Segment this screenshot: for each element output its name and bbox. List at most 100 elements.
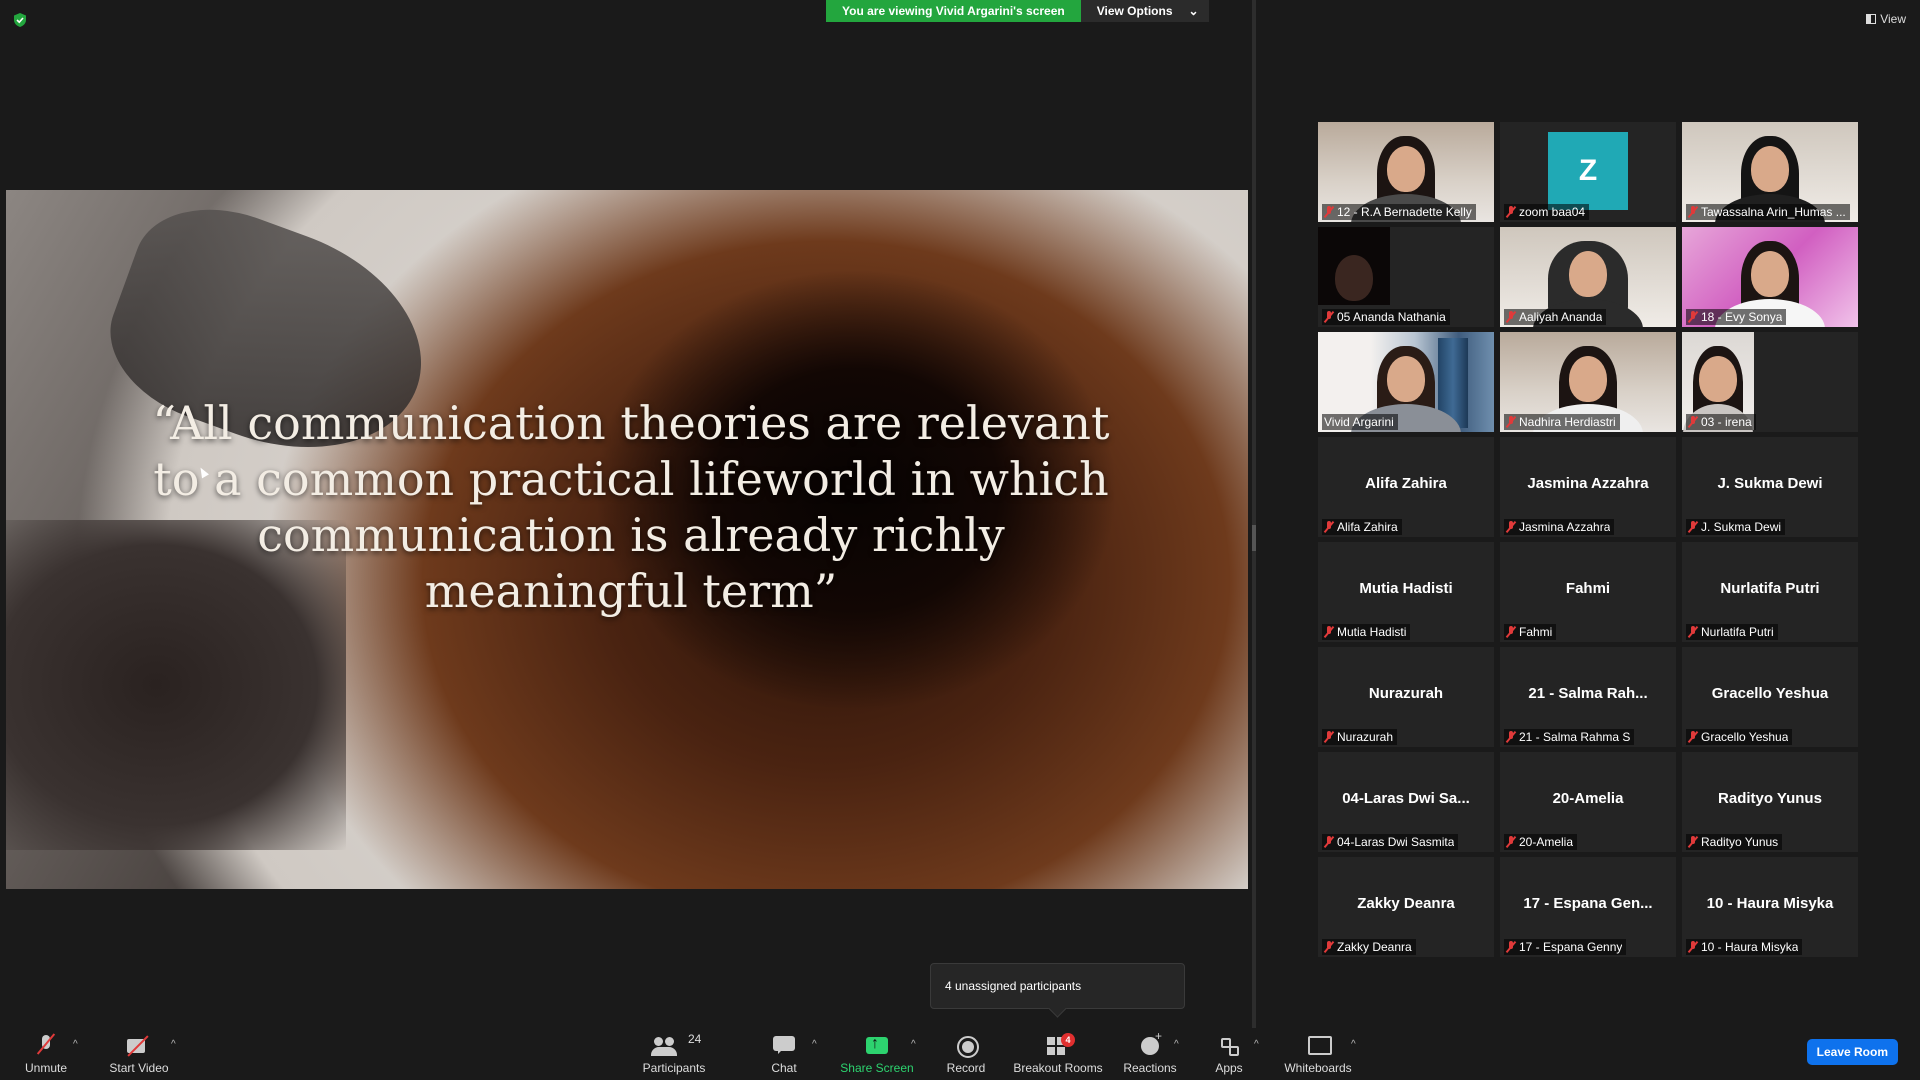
start-video-button[interactable]: Start Video: [104, 1028, 174, 1080]
participant-tile[interactable]: Gracello Yeshua Gracello Yeshua: [1682, 647, 1858, 747]
participant-name: J. Sukma Dewi: [1701, 520, 1782, 534]
participant-display-name: 17 - Espana Gen...: [1523, 895, 1653, 912]
screen-share-banner: You are viewing Vivid Argarini's screen …: [826, 0, 1209, 22]
participant-tile[interactable]: Alifa Zahira Alifa Zahira: [1318, 437, 1494, 537]
participant-tile[interactable]: Jasmina Azzahra Jasmina Azzahra: [1500, 437, 1676, 537]
participant-tile[interactable]: Nurazurah Nurazurah: [1318, 647, 1494, 747]
participant-display-name: 20-Amelia: [1552, 790, 1624, 807]
muted-mic-icon: [1324, 206, 1334, 218]
participant-tile[interactable]: J. Sukma Dewi J. Sukma Dewi: [1682, 437, 1858, 537]
participant-name-label: Aaliyah Ananda: [1504, 309, 1607, 325]
apps-button[interactable]: Apps: [1212, 1028, 1246, 1080]
view-button[interactable]: View: [1866, 12, 1906, 26]
shared-screen[interactable]: “All communication theories are relevant…: [6, 190, 1248, 889]
record-label: Record: [946, 1061, 986, 1075]
breakout-rooms-icon: 4: [1043, 1033, 1075, 1059]
participant-tile[interactable]: Aaliyah Ananda: [1500, 227, 1676, 327]
participant-name-label: Fahmi: [1504, 624, 1557, 640]
participant-tile[interactable]: Fahmi Fahmi: [1500, 542, 1676, 642]
breakout-rooms-button[interactable]: 4 Breakout Rooms: [1012, 1028, 1104, 1080]
participants-label: Participants: [642, 1061, 706, 1075]
whiteboards-options-caret-icon[interactable]: ^: [1351, 1039, 1356, 1050]
participant-name: Vivid Argarini: [1324, 415, 1394, 429]
participant-tile[interactable]: Nurlatifa Putri Nurlatifa Putri: [1682, 542, 1858, 642]
splitter-handle[interactable]: [1252, 525, 1256, 551]
participant-name-label: Zakky Deanra: [1322, 939, 1416, 955]
share-screen-label: Share Screen: [840, 1061, 914, 1075]
participant-tile[interactable]: Tawassalna Arin_Humas ...: [1682, 122, 1858, 222]
unassigned-participants-tooltip[interactable]: 4 unassigned participants: [930, 963, 1185, 1009]
participant-name: Tawassalna Arin_Humas ...: [1701, 205, 1846, 219]
reactions-button[interactable]: Reactions: [1122, 1028, 1178, 1080]
participant-tile[interactable]: Z zoom baa04: [1500, 122, 1676, 222]
participant-name-label: Radityo Yunus: [1686, 834, 1783, 850]
participant-tile[interactable]: 20-Amelia 20-Amelia: [1500, 752, 1676, 852]
slide-quote: “All communication theories are relevant…: [152, 396, 1110, 618]
chat-options-caret-icon[interactable]: ^: [812, 1039, 817, 1050]
participant-name: 12 - R.A Bernadette Kelly: [1337, 205, 1472, 219]
participant-tile[interactable]: 21 - Salma Rah... 21 - Salma Rahma S: [1500, 647, 1676, 747]
muted-mic-icon: [1324, 836, 1334, 848]
record-button[interactable]: Record: [944, 1028, 988, 1080]
participant-name-label: Nurazurah: [1322, 729, 1398, 745]
muted-mic-icon: [1324, 311, 1334, 323]
view-label: View: [1880, 12, 1906, 26]
share-options-caret-icon[interactable]: ^: [911, 1039, 916, 1050]
participant-display-name: Zakky Deanra: [1357, 895, 1455, 912]
participant-name: 17 - Espana Genny: [1519, 940, 1623, 954]
participant-display-name: J. Sukma Dewi: [1717, 475, 1823, 492]
participant-name-label: Gracello Yeshua: [1686, 729, 1793, 745]
participant-tile[interactable]: Radityo Yunus Radityo Yunus: [1682, 752, 1858, 852]
participants-button[interactable]: 24 Participants: [638, 1028, 710, 1080]
participant-tile[interactable]: 17 - Espana Gen... 17 - Espana Genny: [1500, 857, 1676, 957]
participant-tile[interactable]: 05 Ananda Nathania: [1318, 227, 1494, 327]
participant-name: zoom baa04: [1519, 205, 1586, 219]
reactions-options-caret-icon[interactable]: ^: [1174, 1039, 1179, 1050]
meeting-toolbar: Unmute ^ Start Video ^ 24 Participants C…: [0, 1028, 1920, 1080]
participant-display-name: 04-Laras Dwi Sa...: [1342, 790, 1470, 807]
participant-tile[interactable]: 10 - Haura Misyka 10 - Haura Misyka: [1682, 857, 1858, 957]
participant-tile[interactable]: 12 - R.A Bernadette Kelly: [1318, 122, 1494, 222]
participant-tile[interactable]: Mutia Hadisti Mutia Hadisti: [1318, 542, 1494, 642]
participant-face: [1569, 356, 1607, 402]
security-shield-icon[interactable]: [12, 12, 28, 28]
unmute-button[interactable]: Unmute: [18, 1028, 74, 1080]
participant-face: [1751, 251, 1789, 297]
video-options-caret-icon[interactable]: ^: [171, 1039, 176, 1050]
participant-tile[interactable]: Nadhira Herdiastri: [1500, 332, 1676, 432]
participant-display-name: Nurlatifa Putri: [1720, 580, 1820, 597]
audio-options-caret-icon[interactable]: ^: [73, 1039, 78, 1050]
panel-splitter[interactable]: [1252, 0, 1256, 1028]
share-screen-button[interactable]: Share Screen: [840, 1028, 914, 1080]
chevron-down-icon: ⌄: [1188, 4, 1199, 18]
participant-tile[interactable]: 04-Laras Dwi Sa... 04-Laras Dwi Sasmita: [1318, 752, 1494, 852]
whiteboards-button[interactable]: Whiteboards: [1282, 1028, 1354, 1080]
view-options-button[interactable]: View Options ⌄: [1080, 0, 1209, 22]
view-options-label: View Options: [1096, 4, 1173, 18]
whiteboard-icon: [1303, 1033, 1333, 1059]
participant-tile-active-speaker[interactable]: Vivid Argarini: [1318, 332, 1494, 432]
participant-name: Fahmi: [1519, 625, 1553, 639]
leave-room-button[interactable]: Leave Room: [1806, 1039, 1898, 1065]
participant-display-name: 10 - Haura Misyka: [1706, 895, 1834, 912]
video-off-icon: [124, 1033, 154, 1059]
participant-tile[interactable]: 18 - Evy Sonya: [1682, 227, 1858, 327]
participant-display-name: Fahmi: [1565, 580, 1611, 597]
avatar: Z: [1548, 132, 1628, 210]
unmute-label: Unmute: [24, 1061, 68, 1075]
muted-mic-icon: [1688, 836, 1698, 848]
participant-tile[interactable]: 03 - irena: [1682, 332, 1858, 432]
participant-display-name: Nurazurah: [1368, 685, 1444, 702]
participant-tile[interactable]: Zakky Deanra Zakky Deanra: [1318, 857, 1494, 957]
whiteboards-label: Whiteboards: [1284, 1061, 1352, 1075]
chat-button[interactable]: Chat: [764, 1028, 804, 1080]
muted-mic-icon: [1324, 626, 1334, 638]
muted-mic-icon: [1506, 941, 1516, 953]
participant-name-label: 21 - Salma Rahma S: [1504, 729, 1635, 745]
participant-name-label: Nadhira Herdiastri: [1504, 414, 1620, 430]
participant-name: Zakky Deanra: [1337, 940, 1412, 954]
apps-options-caret-icon[interactable]: ^: [1254, 1039, 1259, 1050]
gallery-view-icon: [1866, 14, 1877, 24]
participant-face: [1751, 146, 1789, 192]
muted-mic-icon: [1688, 626, 1698, 638]
